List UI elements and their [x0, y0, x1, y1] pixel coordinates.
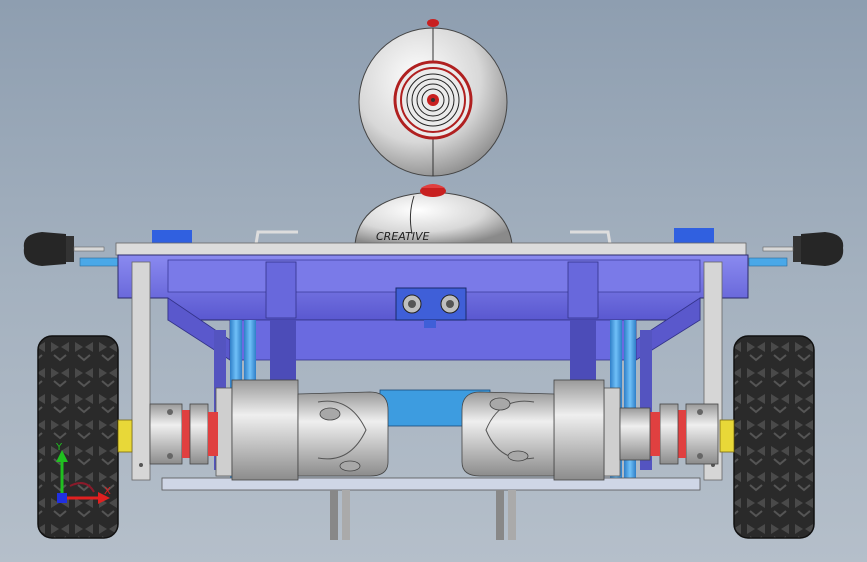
x-axis-label: X — [104, 486, 111, 497]
left-side-strut[interactable] — [131, 261, 151, 481]
cad-viewport[interactable]: CREATIVE Y X — [0, 0, 867, 562]
left-coupler[interactable] — [149, 403, 218, 465]
caster-legs — [330, 490, 516, 540]
y-axis-label: Y — [55, 442, 63, 453]
right-hub — [719, 419, 735, 453]
z-axis-icon — [57, 493, 67, 503]
right-ir-sensor[interactable] — [748, 232, 844, 267]
robot-model[interactable]: CREATIVE Y X — [0, 0, 867, 562]
eye-lens-icon — [393, 60, 473, 140]
left-motor[interactable] — [215, 379, 389, 481]
head-sphere[interactable] — [358, 19, 508, 177]
body-dome[interactable]: CREATIVE — [354, 184, 513, 245]
left-wheel[interactable] — [37, 335, 133, 539]
left-ir-sensor[interactable] — [23, 232, 119, 267]
right-coupler[interactable] — [619, 403, 719, 465]
left-hub — [117, 419, 133, 453]
head-label: CREATIVE — [376, 230, 429, 243]
right-wheel[interactable] — [719, 335, 815, 539]
right-motor[interactable] — [461, 379, 621, 481]
